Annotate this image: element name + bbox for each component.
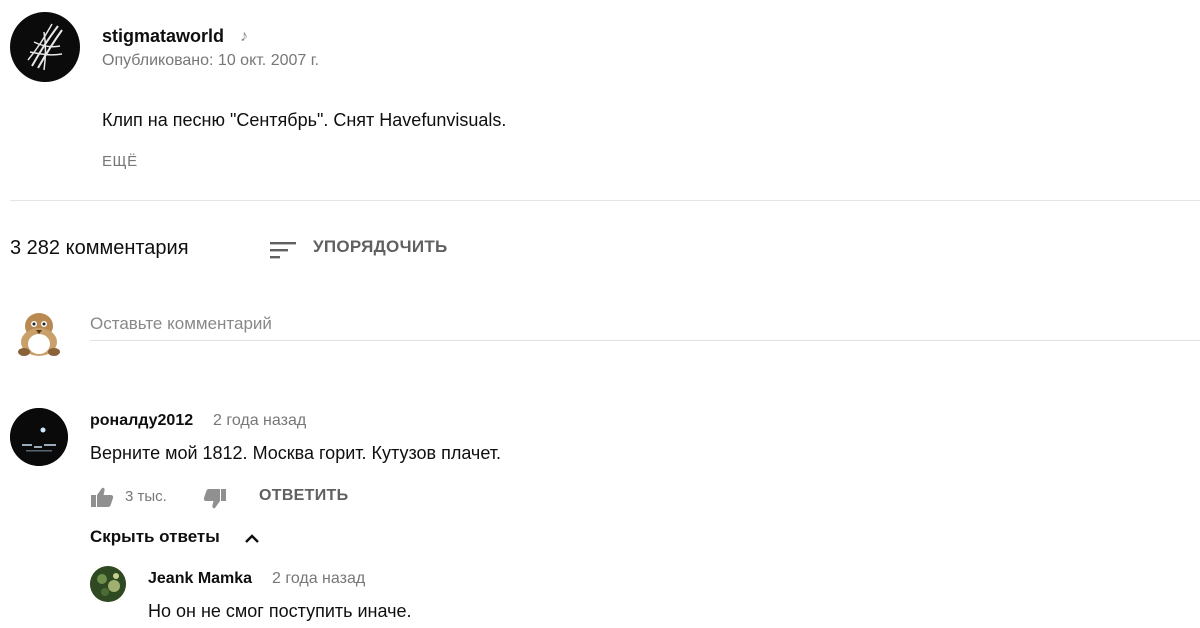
reply-button[interactable]: ОТВЕТИТЬ	[259, 487, 348, 505]
channel-avatar[interactable]	[10, 12, 80, 82]
add-comment-input[interactable]	[90, 308, 1200, 341]
reply-author-avatar[interactable]	[90, 566, 126, 602]
thumbs-down-icon[interactable]	[203, 488, 227, 510]
divider	[10, 200, 1200, 201]
sort-icon[interactable]	[270, 240, 298, 260]
comment-author-avatar[interactable]	[10, 408, 68, 466]
comment-count: 3 282 комментария	[10, 237, 189, 259]
reply-time[interactable]: 2 года назад	[272, 570, 365, 588]
publish-date: Опубликовано: 10 окт. 2007 г.	[102, 52, 320, 69]
channel-name[interactable]: stigmataworld	[102, 26, 224, 47]
thumbs-up-icon[interactable]	[90, 486, 114, 508]
chevron-up-icon[interactable]	[243, 531, 261, 545]
comment-author[interactable]: роналду2012	[90, 412, 193, 430]
music-note-icon: ♪	[240, 28, 248, 45]
reply-text: Но он не смог поступить иначе.	[148, 601, 412, 621]
video-description: Клип на песню "Сентябрь". Снят Havefunvi…	[102, 110, 507, 130]
hide-replies-button[interactable]: Скрыть ответы	[90, 527, 220, 547]
show-more-button[interactable]: ЕЩЁ	[102, 153, 138, 170]
sort-button[interactable]: УПОРЯДОЧИТЬ	[313, 237, 448, 257]
comment-time[interactable]: 2 года назад	[213, 412, 306, 430]
comment-text: Верните мой 1812. Москва горит. Кутузов …	[90, 443, 501, 463]
user-avatar[interactable]	[10, 304, 68, 362]
reply-author[interactable]: Jeank Mamka	[148, 570, 252, 588]
like-count: 3 тыс.	[125, 488, 167, 505]
